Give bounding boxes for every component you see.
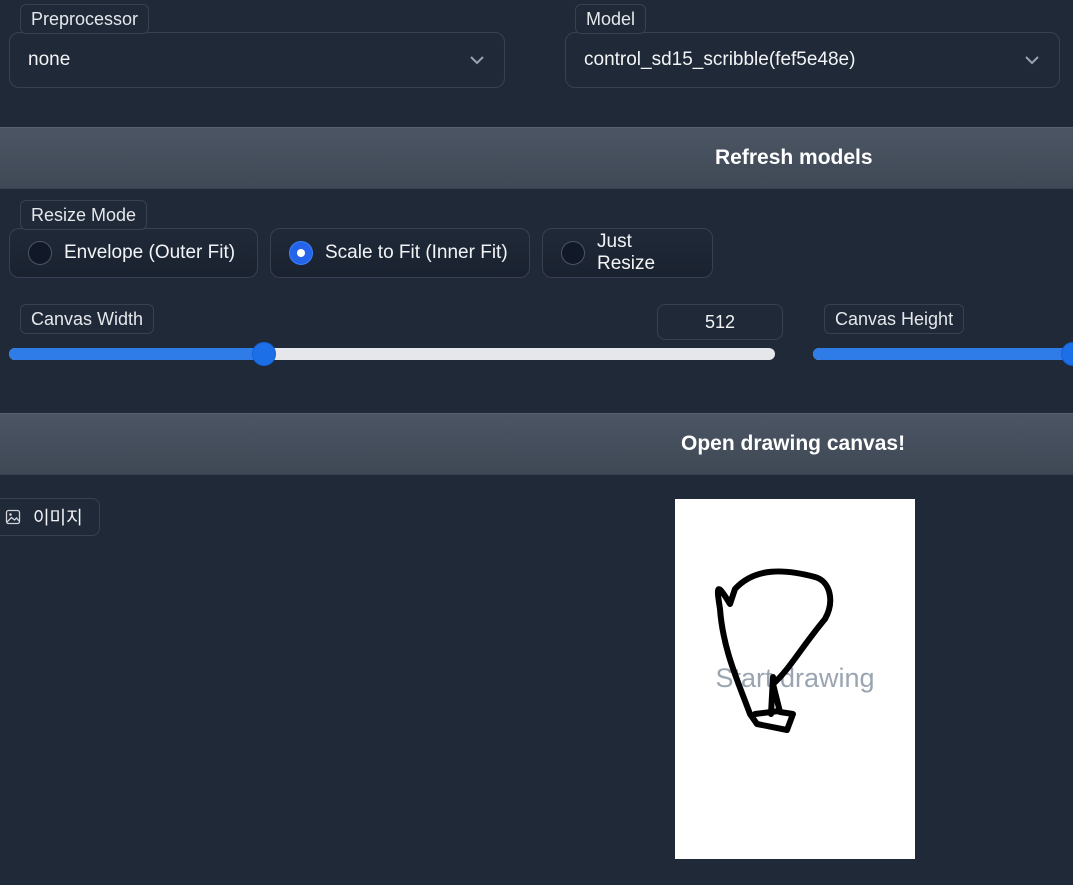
- radio-button-icon: [561, 241, 585, 265]
- radio-button-icon: [28, 241, 52, 265]
- radio-just-resize[interactable]: Just Resize: [542, 228, 713, 278]
- image-tab-label: 이미지: [33, 508, 83, 528]
- resize-mode-label: Resize Mode: [20, 200, 148, 230]
- model-label: Model: [575, 4, 647, 34]
- radio-label: Envelope (Outer Fit): [64, 242, 236, 263]
- preprocessor-dropdown[interactable]: none: [9, 32, 505, 88]
- radio-button-checked-icon: [289, 241, 313, 265]
- canvas-width-input[interactable]: 512: [657, 304, 783, 340]
- image-tab[interactable]: 이미지: [0, 498, 100, 536]
- model-value: control_sd15_scribble(fef5e48e): [584, 49, 856, 70]
- preprocessor-label: Preprocessor: [20, 4, 150, 34]
- chevron-down-icon: [470, 56, 484, 65]
- canvas-width-slider-fill: [9, 348, 265, 360]
- image-icon: [5, 509, 21, 525]
- radio-label: Just Resize: [597, 231, 656, 274]
- refresh-models-button[interactable]: Refresh models: [0, 127, 1073, 189]
- canvas-height-slider[interactable]: [813, 348, 1073, 360]
- drawing-canvas[interactable]: Start drawing: [675, 499, 915, 859]
- canvas-height-slider-thumb[interactable]: [1061, 342, 1073, 366]
- refresh-models-label: Refresh models: [715, 146, 873, 169]
- chevron-down-icon: [1025, 56, 1039, 65]
- radio-scale-to-fit-inner-fit[interactable]: Scale to Fit (Inner Fit): [270, 228, 530, 278]
- radio-label: Scale to Fit (Inner Fit): [325, 242, 508, 263]
- canvas-width-slider[interactable]: [9, 348, 775, 360]
- preprocessor-value: none: [28, 49, 71, 70]
- scribble-drawing: [714, 568, 834, 733]
- open-drawing-canvas-label: Open drawing canvas!: [681, 432, 906, 455]
- canvas-width-label: Canvas Width: [20, 304, 155, 334]
- canvas-height-slider-fill: [813, 348, 1073, 360]
- canvas-height-label: Canvas Height: [824, 304, 965, 334]
- model-dropdown[interactable]: control_sd15_scribble(fef5e48e): [565, 32, 1060, 88]
- radio-envelope-outer-fit[interactable]: Envelope (Outer Fit): [9, 228, 258, 278]
- open-drawing-canvas-button[interactable]: Open drawing canvas!: [0, 413, 1073, 475]
- canvas-width-slider-thumb[interactable]: [252, 342, 277, 366]
